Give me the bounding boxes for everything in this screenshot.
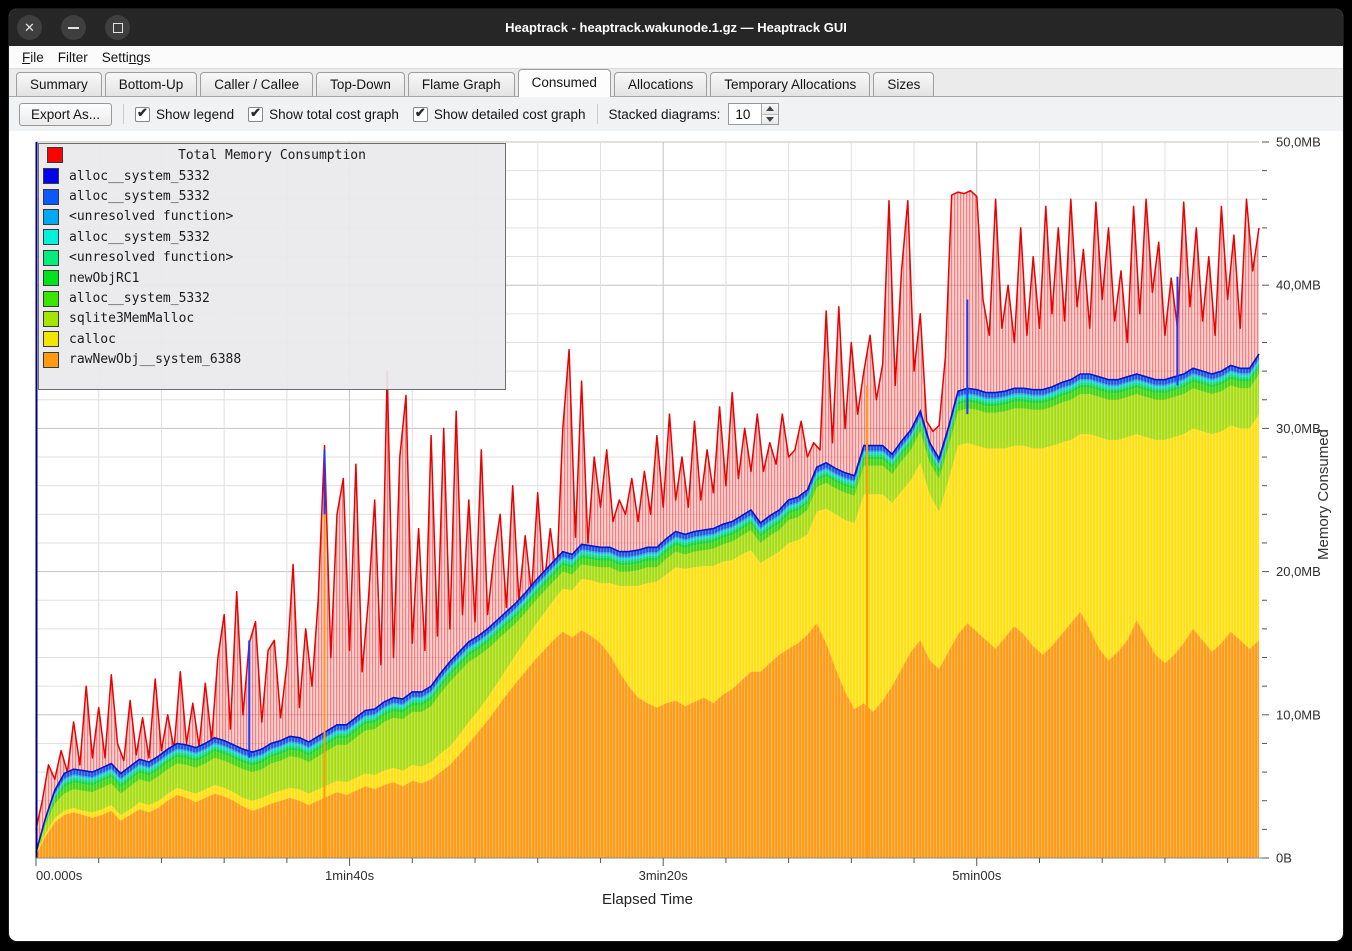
- checkbox-icon: ✔: [413, 107, 428, 122]
- menu-settings[interactable]: Settings: [95, 48, 158, 67]
- toolbar: Export As... ✔ Show legend ✔ Show total cos…: [9, 97, 1343, 131]
- menu-filter[interactable]: Filter: [51, 48, 95, 67]
- legend-item: rawNewObj__system_6388: [39, 350, 505, 370]
- tab-summary[interactable]: Summary: [16, 72, 102, 96]
- legend-item: <unresolved function>: [39, 248, 505, 268]
- legend-swatch: [43, 168, 59, 184]
- window-controls: ✕: [17, 15, 130, 40]
- checkbox-label: Show legend: [156, 107, 234, 122]
- legend-item: alloc__system_5332: [39, 186, 505, 206]
- tab-top-down[interactable]: Top-Down: [316, 72, 405, 96]
- stacked-diagrams-stepper[interactable]: 10: [728, 103, 779, 125]
- legend-label: sqlite3MemMalloc: [69, 311, 194, 326]
- close-icon: ✕: [24, 20, 35, 36]
- chevron-up-icon: [766, 106, 774, 111]
- minimize-icon: [68, 27, 79, 29]
- window-title: Heaptrack - heaptrack.wakunode.1.gz — He…: [505, 20, 847, 35]
- y-axis-title: Memory Consumed: [1315, 131, 1339, 858]
- x-tick-label: 3min20s: [639, 868, 689, 883]
- x-tick-label: 1min40s: [325, 868, 375, 883]
- legend-item: sqlite3MemMalloc: [39, 309, 505, 329]
- tab-consumed[interactable]: Consumed: [518, 69, 611, 97]
- close-button[interactable]: ✕: [17, 15, 42, 40]
- legend-swatch: [43, 331, 59, 347]
- tab-flame-graph[interactable]: Flame Graph: [408, 72, 515, 96]
- chart-legend: Total Memory Consumption alloc__system_53…: [38, 143, 506, 390]
- legend-swatch: [43, 311, 59, 327]
- checkbox-show-detailed-cost-graph[interactable]: ✔ Show detailed cost graph: [413, 107, 586, 122]
- tab-allocations[interactable]: Allocations: [614, 72, 707, 96]
- y-tick-label: 0B: [1276, 851, 1292, 866]
- minimize-button[interactable]: [61, 15, 86, 40]
- x-tick-label: 00.000s: [36, 868, 83, 883]
- checkbox-label: Show total cost graph: [269, 107, 399, 122]
- tab-sizes[interactable]: Sizes: [873, 72, 934, 96]
- tab-caller-callee[interactable]: Caller / Callee: [200, 72, 313, 96]
- tab-temporary-allocations[interactable]: Temporary Allocations: [710, 72, 870, 96]
- stacked-diagrams-label: Stacked diagrams:: [609, 107, 721, 122]
- x-tick-label: 5min00s: [952, 868, 1002, 883]
- legend-title: Total Memory Consumption: [39, 148, 505, 163]
- legend-swatch: [43, 352, 59, 368]
- legend-label: alloc__system_5332: [69, 189, 210, 204]
- legend-label: <unresolved function>: [69, 209, 233, 224]
- legend-label: rawNewObj__system_6388: [69, 352, 241, 367]
- toolbar-separator: [597, 104, 598, 124]
- export-as-button[interactable]: Export As...: [19, 103, 112, 126]
- stacked-diagrams-value: 10: [729, 104, 761, 124]
- toolbar-separator: [123, 104, 124, 124]
- app-window: ✕ Heaptrack - heaptrack.wakunode.1.gz — …: [8, 8, 1344, 942]
- menubar: FileFilterSettings: [9, 46, 1343, 69]
- legend-swatch: [43, 270, 59, 286]
- checkbox-show-legend[interactable]: ✔ Show legend: [135, 107, 234, 122]
- stepper-up-button[interactable]: [762, 104, 778, 114]
- menu-file[interactable]: File: [15, 48, 51, 67]
- legend-item: alloc__system_5332: [39, 166, 505, 186]
- tabbar: SummaryBottom-UpCaller / CalleeTop-DownF…: [9, 69, 1343, 97]
- legend-label: <unresolved function>: [69, 250, 233, 265]
- legend-swatch: [43, 229, 59, 245]
- checkbox-show-total-cost-graph[interactable]: ✔ Show total cost graph: [248, 107, 399, 122]
- chevron-down-icon: [766, 117, 774, 122]
- legend-item: <unresolved function>: [39, 207, 505, 227]
- legend-item: alloc__system_5332: [39, 288, 505, 308]
- legend-swatch: [43, 291, 59, 307]
- legend-swatch: [43, 209, 59, 225]
- legend-item: calloc: [39, 329, 505, 349]
- stepper-down-button[interactable]: [762, 114, 778, 125]
- checkbox-icon: ✔: [248, 107, 263, 122]
- legend-label: newObjRC1: [69, 271, 139, 286]
- checkbox-label: Show detailed cost graph: [434, 107, 586, 122]
- tab-bottom-up[interactable]: Bottom-Up: [105, 72, 198, 96]
- legend-label: alloc__system_5332: [69, 169, 210, 184]
- legend-item: alloc__system_5332: [39, 227, 505, 247]
- titlebar: ✕ Heaptrack - heaptrack.wakunode.1.gz — …: [9, 9, 1343, 46]
- legend-label: alloc__system_5332: [69, 291, 210, 306]
- maximize-button[interactable]: [105, 15, 130, 40]
- checkbox-icon: ✔: [135, 107, 150, 122]
- legend-swatch: [43, 250, 59, 266]
- legend-label: calloc: [69, 332, 116, 347]
- legend-swatch: [43, 189, 59, 205]
- legend-title-row: Total Memory Consumption: [39, 144, 505, 166]
- legend-swatch: [47, 147, 63, 163]
- legend-label: alloc__system_5332: [69, 230, 210, 245]
- legend-item: newObjRC1: [39, 268, 505, 288]
- maximize-icon: [113, 23, 123, 33]
- consumed-chart: 0B10,0MB20,0MB30,0MB40,0MB50,0MB00.000s1…: [9, 131, 1343, 941]
- x-axis-title: Elapsed Time: [36, 891, 1259, 908]
